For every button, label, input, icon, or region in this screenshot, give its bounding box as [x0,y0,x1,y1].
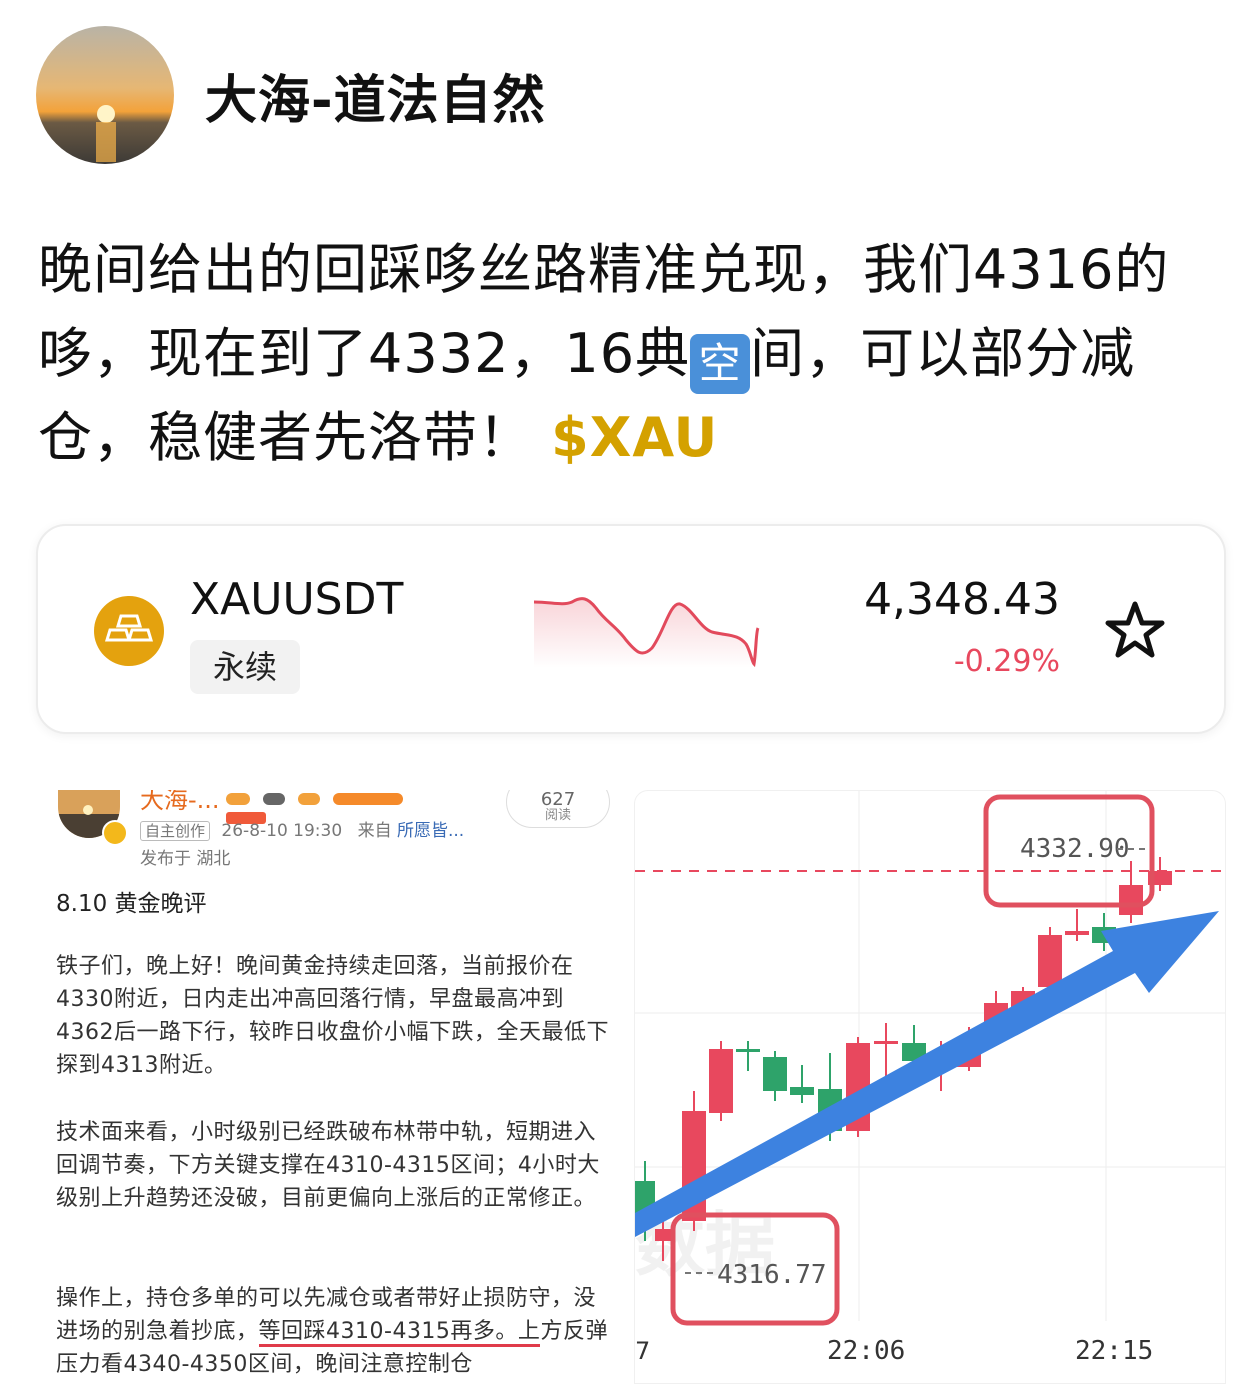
quote-card[interactable]: XAUUSDT 永续 4,348.43 -0.29% [36,524,1226,734]
article-paragraph-1: 铁子们，晚上好！晚间黄金持续走回落，当前报价在4330附近，日内走出冲高回落行情… [56,954,609,1078]
article-paragraph-3: 操作上，持仓多单的可以先减仓或者带好止损防守，没进场的别急着抄底，等回踩4310… [56,1282,612,1381]
read-count: 627 [540,790,576,810]
candles [635,857,1172,1261]
time-label-2: 22:15 [1075,1336,1153,1366]
candlestick-chart: 数据 4332.90 4316.77 7 22:06 22:15 [635,791,1225,1366]
read-label: 阅读 [544,808,571,823]
price-value: 4,348.43 [864,574,1060,625]
verified-badge-icon [102,820,128,846]
article-datetime: 26-8-10 19:30 [221,821,343,841]
article-author: 大海-... [140,790,220,814]
time-label-1: 22:06 [827,1336,905,1366]
gold-bars-icon [94,596,164,666]
sunset-avatar-icon [36,26,174,164]
author-name[interactable]: 大海-道法自然 [205,58,546,133]
original-tag: 自主创作 [140,821,211,841]
post-text: 晚间给出的回踩哆丝路精准兑现，我们4316的哆，现在到了4332，16典空间，可… [38,228,1228,480]
price-sparkline [533,597,760,668]
contract-type-badge: 永续 [190,640,300,694]
badge-row-icons [226,790,426,824]
ticker-link[interactable]: $XAU [551,406,718,469]
article-meta: 自主创作 26-8-10 19:30 来自 所愿皆... [140,816,464,841]
read-count-pill: 627 阅读 [506,790,610,828]
para3-underlined: 等回踩4310-4315再多。上 [258,1319,541,1347]
from-label: 来自 [357,821,392,841]
price-change: -0.29% [953,644,1060,679]
chart-screenshot-image[interactable]: 数据 4332.90 4316.77 7 22:06 22:15 [634,790,1226,1384]
star-outline-icon[interactable] [1104,600,1166,660]
article-screenshot-image[interactable]: 大海-... 627 阅读 自主创作 26-8-10 19:30 来自 所愿皆.… [36,790,626,1382]
high-price-label: 4332.90 [1020,834,1130,864]
symbol-name: XAUUSDT [190,574,404,625]
article-location: 发布于 湖北 [140,849,231,869]
author-avatar[interactable] [36,26,174,164]
time-axis-edge-label: 7 [635,1337,650,1365]
kong-emoji-icon: 空 [690,334,751,394]
from-source: 所愿皆... [396,821,465,841]
article-paragraph-2: 技术面来看，小时级别已经跌破布林带中轨，短期进入回调节奏，下方关键支撑在4310… [56,1120,600,1211]
low-price-label: 4316.77 [717,1260,827,1290]
article-title: 8.10 黄金晚评 [56,891,207,917]
